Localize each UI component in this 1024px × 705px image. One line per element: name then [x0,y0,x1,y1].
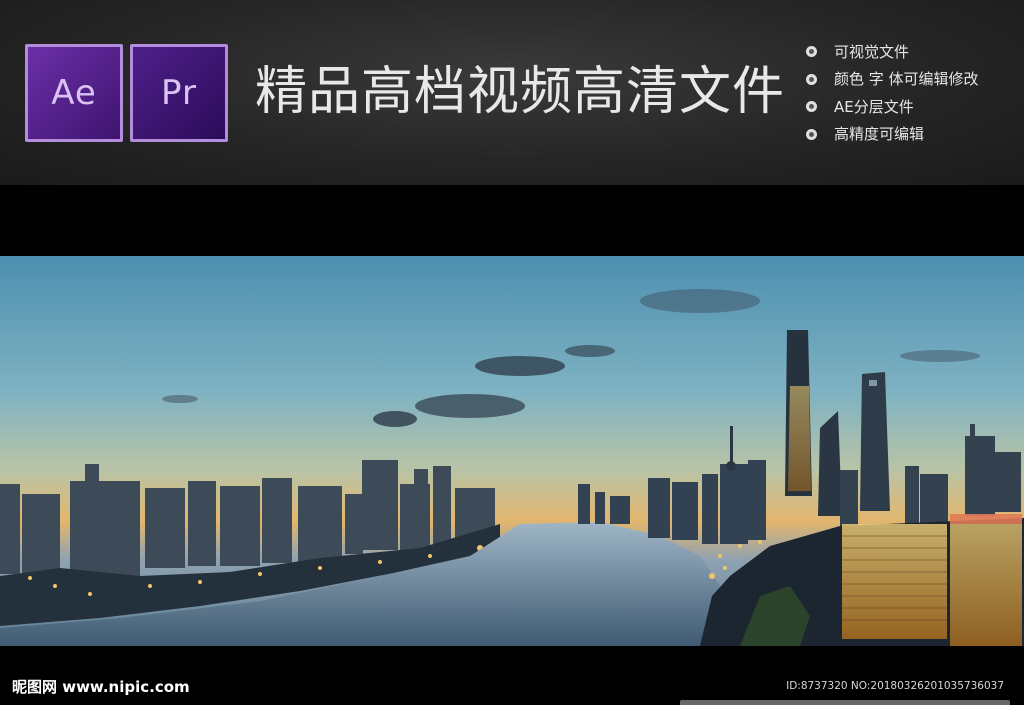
feature-label: 颜色 字 体可编辑修改 [834,70,979,89]
premiere-pro-icon: Pr [161,73,197,113]
feature-label: 可视觉文件 [834,42,910,61]
headline: 精品高档视频高清文件 [255,62,786,122]
after-effects-logo: Ae [25,44,123,142]
header-banner: Ae Pr 精品高档视频高清文件 可视觉文件 颜色 字 体可编辑修改 AE分层文… [0,0,1024,185]
bullet-icon [806,128,817,140]
watermark-brand: 昵图网 www.nipic.com [12,678,190,696]
bullet-icon [806,46,817,58]
feature-item: AE分层文件 [806,93,979,121]
feature-list: 可视觉文件 颜色 字 体可编辑修改 AE分层文件 高精度可编辑 [806,38,979,148]
city-skyline-photo [0,256,1024,646]
bullet-icon [806,73,817,85]
after-effects-icon: Ae [51,73,97,113]
premiere-pro-logo: Pr [130,44,228,142]
feature-item: 可视觉文件 [806,38,979,66]
skyline-illustration [0,256,1024,646]
image-id-text: ID:8737320 NO:20180326201035736037 [786,680,1004,692]
feature-label: AE分层文件 [834,97,914,116]
feature-item: 高精度可编辑 [806,121,979,149]
feature-label: 高精度可编辑 [834,125,925,144]
cut-off-text-row [680,698,1010,705]
bullet-icon [806,101,817,113]
feature-item: 颜色 字 体可编辑修改 [806,66,979,94]
